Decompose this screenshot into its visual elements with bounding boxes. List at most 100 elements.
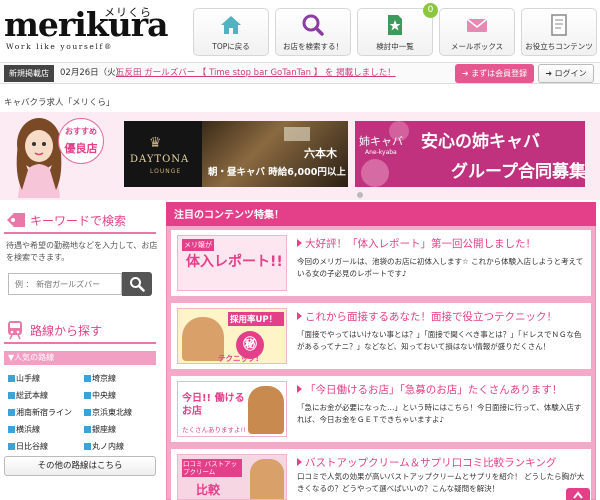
nav-search-button[interactable]: お店を検索する！	[275, 8, 351, 56]
popular-lines-label: ▼人気の路線	[4, 351, 156, 365]
checkbox-icon	[84, 426, 91, 433]
checkbox-icon	[8, 392, 15, 399]
line-yokohama[interactable]: 横浜線	[8, 423, 80, 436]
keyword-search-description: 待遇や希望の勤務地などを入力して、お店を検索できます。	[6, 241, 158, 262]
checkbox-icon	[8, 426, 15, 433]
featured-card-today[interactable]: 今日!! 働けるお店 たくさんありますよ!! 「今日働けるお店」「急募のお店」た…	[171, 376, 591, 442]
login-button[interactable]: ➜ ログイン	[538, 64, 594, 83]
banner-anekyaba[interactable]: 姉キャバ Ane-kyaba 安心の姉キャバ グループ合同募集	[355, 121, 585, 187]
nav-contents-label: お役立ちコンテンツ	[525, 42, 593, 51]
today-girl-image	[248, 386, 284, 434]
register-label: まずは会員登録	[471, 69, 528, 78]
line-keihin-tohoku[interactable]: 京浜東北線	[84, 406, 156, 419]
anekyaba-brand: 姉キャバ	[359, 135, 403, 148]
checkbox-icon	[8, 409, 15, 416]
checkbox-icon	[84, 409, 91, 416]
featured-card-bustup[interactable]: 口コミ バストアップクリーム 比較 バストアップクリーム＆サプリ口コミ比較ランキ…	[171, 449, 591, 500]
magnifier-icon	[130, 277, 145, 292]
today-thumbnail: 今日!! 働けるお店 たくさんありますよ!!	[177, 381, 287, 437]
checkbox-icon	[8, 375, 15, 382]
chevron-up-icon	[573, 491, 583, 499]
report-title: 大好評！「体入レポート」第一回公開しました！	[305, 238, 536, 250]
line-saikyo[interactable]: 埼京線	[84, 372, 156, 385]
arrow-icon	[297, 385, 302, 393]
line-search-header: 路線から探す	[4, 316, 156, 344]
train-icon	[8, 321, 22, 340]
news-link[interactable]: 五反田 ガールズバー 【 Time stop bar GoTanTan 】 を …	[116, 65, 396, 82]
featured-card-interview[interactable]: 採用率UP！ ㊙ テクニック! これから面接するあなた！面接で役立つテクニック！…	[171, 303, 591, 369]
nav-top-button[interactable]: TOPに戻る	[193, 8, 269, 56]
line-hibiya[interactable]: 日比谷線	[8, 440, 80, 453]
chandelier-icon	[284, 127, 310, 141]
report-body: 今回のメリガールは、池袋のお店に初体入します☆ これから体験入店しようと考えてい…	[297, 257, 584, 278]
checkbox-icon	[8, 443, 15, 450]
interview-body: 「面接でやってはいけない事とは？」「面接で聞くべき事とは？」「ドレスでＮＧな色が…	[297, 330, 582, 351]
line-label: 丸ノ内線	[92, 442, 124, 451]
banner-daytona[interactable]: ♛ DAYTONA LOUNGE 六本木 朝・昼キャバ 時給6,000円以上	[124, 121, 348, 187]
checkbox-icon	[84, 443, 91, 450]
checkbox-icon	[84, 375, 91, 382]
line-sobu[interactable]: 総武本線	[8, 389, 80, 402]
line-label: 埼京線	[92, 374, 116, 383]
page-top-button[interactable]	[566, 488, 590, 500]
daytona-area: 六本木	[304, 147, 337, 160]
recommended-line1: おすすめ	[65, 127, 97, 136]
line-marunouchi[interactable]: 丸ノ内線	[84, 440, 156, 453]
interview-thumbnail: 採用率UP！ ㊙ テクニック!	[177, 308, 287, 364]
report-thumb-text: 体入レポート!!	[186, 254, 283, 270]
line-label: 山手線	[16, 374, 40, 383]
other-lines-button[interactable]: その他の路線はこちら	[4, 456, 156, 476]
home-icon	[221, 16, 241, 34]
nav-search-label: お店を検索する！	[283, 42, 343, 51]
keyword-search-title: キーワードで検索	[30, 214, 127, 228]
bustup-girl-image	[250, 459, 284, 499]
line-shonan-shinjuku[interactable]: 湘南新宿ライン	[8, 406, 80, 419]
register-button[interactable]: ➜ まずは会員登録	[455, 64, 534, 83]
daytona-brand: DAYTONA	[130, 154, 190, 165]
line-label: 銀座線	[92, 425, 116, 434]
news-date: 02月26日（火）	[60, 68, 125, 78]
line-search-title: 路線から探す	[30, 324, 103, 338]
breadcrumb[interactable]: キャバクラ求人「メリくら」	[4, 96, 115, 108]
line-label: 京浜東北線	[92, 408, 132, 417]
daytona-sub: LOUNGE	[150, 168, 182, 175]
today-thumb-small: たくさんありますよ!!	[182, 426, 246, 434]
keyword-search-header: キーワードで検索	[4, 206, 156, 234]
mail-icon	[466, 18, 488, 32]
nav-contents-button[interactable]: お役立ちコンテンツ	[521, 8, 597, 56]
recommended-line2: 優良店	[64, 142, 98, 155]
featured-card-report[interactable]: メリ嬢が 体入レポート!! 大好評！「体入レポート」第一回公開しました！ 今回の…	[171, 230, 591, 296]
login-label: ログイン	[554, 69, 587, 78]
line-label: 総武本線	[16, 391, 48, 400]
daytona-copy: 朝・昼キャバ 時給6,000円以上	[208, 167, 346, 178]
nav-favorites-button[interactable]: 検討中一覧	[357, 8, 433, 56]
keyword-search-input[interactable]	[8, 273, 122, 295]
line-ginza[interactable]: 銀座線	[84, 423, 156, 436]
keyword-search-button[interactable]	[122, 272, 152, 296]
line-label: 中央線	[92, 391, 116, 400]
bustup-thumbnail: 口コミ バストアップクリーム 比較	[177, 454, 287, 500]
line-label: 日比谷線	[16, 442, 48, 451]
arrow-icon	[297, 312, 302, 320]
carousel-dot[interactable]	[357, 192, 363, 198]
nav-mailbox-button[interactable]: メールボックス	[439, 8, 515, 56]
logo-tagline: Work like yourself®	[6, 42, 113, 51]
line-yamanote[interactable]: 山手線	[8, 372, 80, 385]
star-doc-icon	[388, 15, 402, 35]
bustup-body: 口コミで人気の効果が高いバストアップクリームとサプリを紹介！ どうしたら胸が大き…	[297, 472, 585, 493]
featured-title: 注目のコンテンツ特集！	[174, 210, 284, 221]
search-icon	[302, 14, 324, 36]
checkbox-icon	[84, 392, 91, 399]
register-arrow-icon: ➜	[461, 69, 472, 78]
report-thumbnail: メリ嬢が 体入レポート!!	[177, 235, 287, 291]
interview-thumb-text: 採用率UP！	[228, 312, 284, 326]
anekyaba-line2: グループ合同募集	[451, 162, 585, 182]
tag-icon	[7, 213, 25, 227]
nav-mailbox-label: メールボックス	[450, 42, 504, 51]
site-logo[interactable]: merikura メリくら Work like yourself®	[4, 4, 168, 52]
line-chuo[interactable]: 中央線	[84, 389, 156, 402]
interview-thumb-small: テクニック!	[218, 354, 259, 363]
document-icon	[551, 14, 567, 36]
nav-top-label: TOPに戻る	[212, 42, 250, 51]
today-thumb-text: 今日!! 働けるお店	[182, 393, 245, 417]
